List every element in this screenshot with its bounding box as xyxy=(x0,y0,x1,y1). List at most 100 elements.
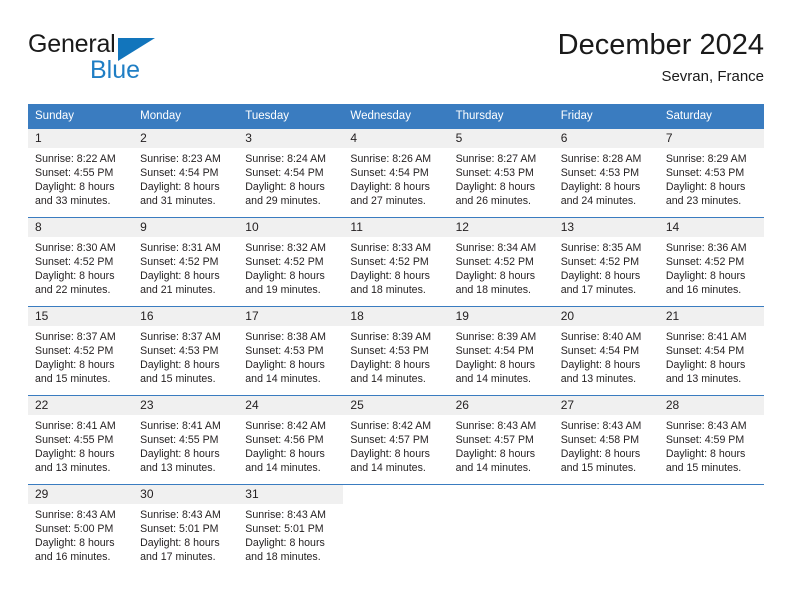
day-detail-sunset: Sunset: 4:57 PM xyxy=(350,434,429,447)
weekday-header-row: Sunday Monday Tuesday Wednesday Thursday Frid… xyxy=(28,104,764,128)
weekday-header-saturday: Saturday xyxy=(658,104,764,128)
general-blue-logo[interactable]: General Blue xyxy=(28,30,248,92)
day-detail-sunrise: Sunrise: 8:37 AM xyxy=(140,331,221,343)
calendar-week-row: 29 Sunrise: 8:43 AM Sunset: 5:00 PM Dayligh… xyxy=(28,484,764,573)
day-details: Sunrise: 8:24 AM Sunset: 4:54 PM Daylight:… xyxy=(238,148,343,208)
calendar-day-cell[interactable]: 29 Sunrise: 8:43 AM Sunset: 5:00 PM Dayligh… xyxy=(28,484,134,573)
day-details: Sunrise: 8:37 AM Sunset: 4:52 PM Daylight:… xyxy=(28,326,133,386)
day-detail-sunset: Sunset: 4:53 PM xyxy=(140,345,219,358)
calendar-day-cell[interactable]: 8 Sunrise: 8:30 AM Sunset: 4:52 PM Daylight… xyxy=(28,217,134,306)
day-detail-sunset: Sunset: 4:59 PM xyxy=(665,434,745,447)
calendar-day-cell[interactable]: 23 Sunrise: 8:41 AM Sunset: 4:55 PM Dayligh… xyxy=(133,395,239,484)
day-number: 28 xyxy=(658,396,764,415)
day-cell-inner: 21 Sunrise: 8:41 AM Sunset: 4:54 PM Dayligh… xyxy=(658,306,764,395)
day-detail-sunrise: Sunrise: 8:43 AM xyxy=(140,509,221,521)
day-detail-sunrise: Sunrise: 8:43 AM xyxy=(245,509,326,521)
day-detail-sunset: Sunset: 4:52 PM xyxy=(35,256,114,269)
calendar-day-cell[interactable]: 14 Sunrise: 8:36 AM Sunset: 4:52 PM Dayligh… xyxy=(658,217,764,306)
calendar-day-cell[interactable]: 17 Sunrise: 8:38 AM Sunset: 4:53 PM Dayligh… xyxy=(238,306,344,395)
calendar-day-cell[interactable]: 26 Sunrise: 8:43 AM Sunset: 4:57 PM Dayligh… xyxy=(448,395,554,484)
day-number: 27 xyxy=(553,396,659,415)
day-cell-inner: 16 Sunrise: 8:37 AM Sunset: 4:53 PM Dayligh… xyxy=(133,306,239,395)
calendar-day-cell[interactable]: 22 Sunrise: 8:41 AM Sunset: 4:55 PM Dayligh… xyxy=(28,395,134,484)
day-details: Sunrise: 8:43 AM Sunset: 5:01 PM Daylight:… xyxy=(133,504,238,564)
calendar-day-cell[interactable]: 21 Sunrise: 8:41 AM Sunset: 4:54 PM Dayligh… xyxy=(658,306,764,395)
calendar-day-cell[interactable]: 9 Sunrise: 8:31 AM Sunset: 4:52 PM Daylight… xyxy=(133,217,239,306)
day-number: 9 xyxy=(133,218,239,237)
day-detail-daylight1: Daylight: 8 hours xyxy=(350,181,430,194)
day-number xyxy=(553,485,659,504)
calendar-day-cell[interactable]: 6 Sunrise: 8:28 AM Sunset: 4:53 PM Daylight… xyxy=(553,128,659,217)
day-number: 26 xyxy=(448,396,554,415)
day-cell-inner: 27 Sunrise: 8:43 AM Sunset: 4:58 PM Dayligh… xyxy=(553,395,659,484)
day-detail-daylight1: Daylight: 8 hours xyxy=(560,270,641,283)
day-cell-inner: 31 Sunrise: 8:43 AM Sunset: 5:01 PM Dayligh… xyxy=(238,484,344,573)
day-detail-sunset: Sunset: 4:54 PM xyxy=(245,167,324,180)
calendar-header-row: Sunday Monday Tuesday Wednesday Thursday Frid… xyxy=(28,104,764,128)
day-detail-sunset: Sunset: 4:53 PM xyxy=(455,167,534,180)
calendar-day-cell[interactable]: 28 Sunrise: 8:43 AM Sunset: 4:59 PM Dayligh… xyxy=(658,395,764,484)
day-number: 25 xyxy=(343,396,449,415)
day-cell-inner: 18 Sunrise: 8:39 AM Sunset: 4:53 PM Dayligh… xyxy=(343,306,449,395)
day-details: Sunrise: 8:39 AM Sunset: 4:54 PM Daylight:… xyxy=(449,326,554,386)
calendar-day-cell[interactable]: 19 Sunrise: 8:39 AM Sunset: 4:54 PM Dayligh… xyxy=(448,306,554,395)
calendar-day-cell[interactable]: 20 Sunrise: 8:40 AM Sunset: 4:54 PM Dayligh… xyxy=(553,306,659,395)
day-detail-daylight2: and 19 minutes. xyxy=(245,284,321,297)
day-detail-sunset: Sunset: 4:58 PM xyxy=(560,434,640,447)
day-detail-daylight1: Daylight: 8 hours xyxy=(35,270,115,283)
calendar-day-cell[interactable]: 27 Sunrise: 8:43 AM Sunset: 4:58 PM Dayligh… xyxy=(553,395,659,484)
day-detail-daylight1: Daylight: 8 hours xyxy=(560,448,641,461)
day-detail-daylight1: Daylight: 8 hours xyxy=(455,270,536,283)
calendar-day-cell[interactable]: 31 Sunrise: 8:43 AM Sunset: 5:01 PM Dayligh… xyxy=(238,484,344,573)
calendar-day-cell[interactable]: 11 Sunrise: 8:33 AM Sunset: 4:52 PM Dayligh… xyxy=(343,217,449,306)
day-number: 17 xyxy=(238,307,344,326)
day-number: 16 xyxy=(133,307,239,326)
calendar-day-cell[interactable]: 30 Sunrise: 8:43 AM Sunset: 5:01 PM Dayligh… xyxy=(133,484,239,573)
calendar-grid: Sunday Monday Tuesday Wednesday Thursday Frid… xyxy=(28,104,764,573)
calendar-day-cell[interactable]: 18 Sunrise: 8:39 AM Sunset: 4:53 PM Dayligh… xyxy=(343,306,449,395)
calendar-day-cell[interactable]: 2 Sunrise: 8:23 AM Sunset: 4:54 PM Daylight… xyxy=(133,128,239,217)
day-number: 14 xyxy=(658,218,764,237)
day-details: Sunrise: 8:43 AM Sunset: 4:59 PM Daylight:… xyxy=(659,415,764,475)
day-detail-sunrise: Sunrise: 8:43 AM xyxy=(665,420,747,432)
day-cell-inner: 5 Sunrise: 8:27 AM Sunset: 4:53 PM Daylight… xyxy=(448,128,554,217)
day-number: 6 xyxy=(553,129,659,148)
day-detail-daylight2: and 14 minutes. xyxy=(245,373,321,386)
calendar-day-cell[interactable]: 12 Sunrise: 8:34 AM Sunset: 4:52 PM Dayligh… xyxy=(448,217,554,306)
day-number: 10 xyxy=(238,218,344,237)
day-number: 23 xyxy=(133,396,239,415)
day-detail-daylight1: Daylight: 8 hours xyxy=(245,181,325,194)
day-detail-daylight2: and 14 minutes. xyxy=(245,462,321,475)
day-cell-inner: 1 Sunrise: 8:22 AM Sunset: 4:55 PM Daylight… xyxy=(28,128,134,217)
day-detail-sunrise: Sunrise: 8:35 AM xyxy=(560,242,642,254)
day-detail-daylight1: Daylight: 8 hours xyxy=(245,537,325,550)
calendar-day-cell[interactable]: 1 Sunrise: 8:22 AM Sunset: 4:55 PM Daylight… xyxy=(28,128,134,217)
day-detail-sunset: Sunset: 4:52 PM xyxy=(245,256,324,269)
day-detail-sunrise: Sunrise: 8:43 AM xyxy=(455,420,537,432)
day-cell-inner: 29 Sunrise: 8:43 AM Sunset: 5:00 PM Dayligh… xyxy=(28,484,134,573)
day-detail-daylight2: and 14 minutes. xyxy=(455,462,531,475)
day-detail-sunrise: Sunrise: 8:34 AM xyxy=(455,242,537,254)
day-details: Sunrise: 8:23 AM Sunset: 4:54 PM Daylight:… xyxy=(133,148,238,208)
calendar-day-cell[interactable]: 15 Sunrise: 8:37 AM Sunset: 4:52 PM Dayligh… xyxy=(28,306,134,395)
day-detail-daylight1: Daylight: 8 hours xyxy=(560,181,641,194)
day-cell-inner: 23 Sunrise: 8:41 AM Sunset: 4:55 PM Dayligh… xyxy=(133,395,239,484)
calendar-day-cell[interactable]: 4 Sunrise: 8:26 AM Sunset: 4:54 PM Daylight… xyxy=(343,128,449,217)
day-cell-inner: 8 Sunrise: 8:30 AM Sunset: 4:52 PM Daylight… xyxy=(28,217,134,306)
calendar-day-cell[interactable]: 7 Sunrise: 8:29 AM Sunset: 4:53 PM Daylight… xyxy=(658,128,764,217)
day-detail-daylight2: and 15 minutes. xyxy=(665,462,742,475)
calendar-page: General Blue December 2024 Sevran, Franc… xyxy=(0,0,792,612)
day-detail-daylight2: and 22 minutes. xyxy=(35,284,111,297)
day-details: Sunrise: 8:39 AM Sunset: 4:53 PM Daylight:… xyxy=(343,326,448,386)
calendar-day-cell[interactable]: 13 Sunrise: 8:35 AM Sunset: 4:52 PM Dayligh… xyxy=(553,217,659,306)
calendar-day-cell[interactable]: 25 Sunrise: 8:42 AM Sunset: 4:57 PM Dayligh… xyxy=(343,395,449,484)
day-details xyxy=(659,504,764,508)
day-detail-daylight2: and 31 minutes. xyxy=(140,195,216,208)
day-detail-daylight2: and 15 minutes. xyxy=(35,373,111,386)
calendar-day-cell[interactable]: 10 Sunrise: 8:32 AM Sunset: 4:52 PM Dayligh… xyxy=(238,217,344,306)
calendar-day-cell[interactable]: 16 Sunrise: 8:37 AM Sunset: 4:53 PM Dayligh… xyxy=(133,306,239,395)
calendar-day-cell[interactable]: 5 Sunrise: 8:27 AM Sunset: 4:53 PM Daylight… xyxy=(448,128,554,217)
calendar-day-cell[interactable]: 3 Sunrise: 8:24 AM Sunset: 4:54 PM Daylight… xyxy=(238,128,344,217)
calendar-day-cell[interactable]: 24 Sunrise: 8:42 AM Sunset: 4:56 PM Dayligh… xyxy=(238,395,344,484)
day-cell-inner: 19 Sunrise: 8:39 AM Sunset: 4:54 PM Dayligh… xyxy=(448,306,554,395)
